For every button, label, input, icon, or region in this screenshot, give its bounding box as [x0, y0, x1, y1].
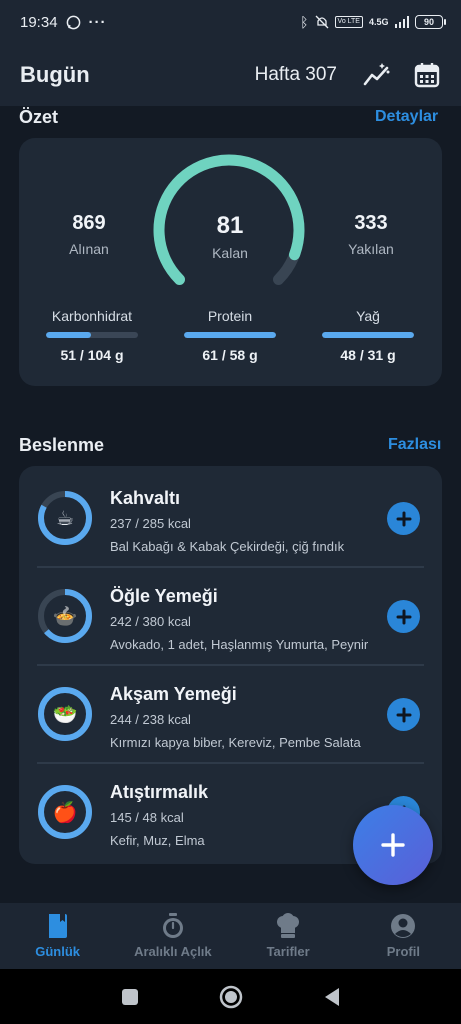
- meal-kcal: 244 / 238 kcal: [110, 712, 191, 727]
- macro-value: 51 / 104 g: [60, 347, 124, 363]
- details-link[interactable]: Detaylar: [375, 108, 438, 126]
- battery-level: 90: [423, 17, 434, 27]
- macro-value: 48 / 31 g: [340, 347, 396, 363]
- battery-icon: 90: [415, 15, 446, 29]
- back-button[interactable]: [323, 987, 341, 1007]
- apple-icon: 🍎: [52, 801, 78, 824]
- profile-icon: [391, 914, 416, 938]
- coffee-icon: ☕: [56, 507, 74, 530]
- summary-section-title: Özet: [19, 107, 59, 127]
- macro-name: Karbonhidrat: [51, 308, 133, 324]
- plus-icon: [396, 511, 411, 526]
- week-label[interactable]: Hafta 307: [255, 64, 337, 86]
- meal-kcal: 242 / 380 kcal: [110, 614, 191, 629]
- meals-card: ☕ Kahvaltı 237 / 285 kcal Bal Kabağı & K…: [19, 466, 442, 864]
- meal-foods: Kırmızı kapya biber, Kereviz, Pembe Sala…: [110, 735, 361, 750]
- calendar-icon: [414, 63, 440, 88]
- home-button[interactable]: [219, 985, 243, 1009]
- macro-value: 61 / 58 g: [202, 347, 258, 363]
- add-entry-fab[interactable]: [353, 805, 433, 885]
- nav-profile[interactable]: Profil: [346, 903, 461, 969]
- salad-icon: 🥗: [52, 703, 78, 726]
- meal-row-dinner[interactable]: 🥗 Akşam Yemeği 244 / 238 kcal Kırmızı ka…: [19, 664, 442, 762]
- nav-diary[interactable]: Günlük: [0, 903, 115, 969]
- diary-icon: [48, 914, 67, 938]
- nutrition-section-title: Beslenme: [19, 435, 105, 455]
- add-dinner-button[interactable]: [387, 698, 420, 731]
- soup-bowl-icon: 🍲: [52, 605, 78, 628]
- macro-protein: Protein 61 / 58 g: [175, 308, 285, 363]
- nav-label: Tarifler: [266, 944, 310, 959]
- volte-icon: Vo LTE: [334, 16, 363, 28]
- system-navigation-bar: [0, 969, 461, 1024]
- consumed-stat: 869 Alınan: [34, 212, 144, 257]
- meal-foods: Kefir, Muz, Elma: [110, 833, 205, 848]
- bluetooth-icon: ᛒ: [300, 14, 309, 30]
- nav-label: Profil: [386, 944, 420, 959]
- meal-kcal: 237 / 285 kcal: [110, 516, 191, 531]
- macro-carbs: Karbonhidrat 51 / 104 g: [37, 308, 147, 363]
- macro-name: Yağ: [356, 308, 380, 324]
- plus-icon: [396, 707, 411, 722]
- meal-kcal: 145 / 48 kcal: [110, 810, 184, 825]
- summary-card: 869 Alınan 81 Kalan 333 Yakılan Karbonhi…: [19, 138, 442, 386]
- burned-label: Yakılan: [348, 241, 394, 257]
- macro-progress-track: [184, 332, 276, 338]
- stopwatch-icon: [162, 913, 183, 938]
- macro-progress-track: [322, 332, 414, 338]
- signal-icon: [394, 16, 409, 28]
- macro-progress-fill: [322, 332, 414, 338]
- nav-label: Günlük: [35, 944, 81, 959]
- trend-chart-icon: [363, 63, 390, 86]
- consumed-value: 869: [72, 212, 106, 234]
- page-title: Bugün: [20, 62, 90, 87]
- add-lunch-button[interactable]: [387, 600, 420, 633]
- burned-stat: 333 Yakılan: [316, 212, 426, 257]
- macro-progress-fill: [184, 332, 276, 338]
- macro-fat: Yağ 48 / 31 g: [313, 308, 423, 363]
- meal-title: Kahvaltı: [110, 488, 181, 508]
- chef-hat-icon: [277, 913, 300, 938]
- nav-fasting[interactable]: Aralıklı Açlık: [115, 903, 230, 969]
- meal-row-lunch[interactable]: 🍲 Öğle Yemeği 242 / 380 kcal Avokado, 1 …: [19, 566, 442, 664]
- macro-progress-track: [46, 332, 138, 338]
- macro-name: Protein: [207, 308, 253, 324]
- network-type: 4.5G: [368, 17, 389, 27]
- plus-icon: [396, 609, 411, 624]
- calendar-button[interactable]: [413, 61, 441, 89]
- remaining-stat: 81 Kalan: [175, 212, 285, 261]
- meal-foods: Avokado, 1 adet, Haşlanmış Yumurta, Peyn…: [110, 637, 369, 652]
- consumed-label: Alınan: [69, 241, 109, 257]
- plus-icon: [381, 833, 405, 857]
- whatsapp-icon: [66, 15, 80, 29]
- status-bar: 19:34 ··· ᛒ Vo LTE 4.5G 90: [0, 0, 461, 44]
- add-breakfast-button[interactable]: [387, 502, 420, 535]
- macro-progress-fill: [46, 332, 92, 338]
- trend-chart-button[interactable]: [363, 61, 391, 89]
- nav-label: Aralıklı Açlık: [134, 944, 212, 959]
- bottom-navigation: Günlük Aralıklı Açlık Tarifler Profil: [0, 903, 461, 969]
- burned-value: 333: [354, 212, 388, 234]
- nav-recipes[interactable]: Tarifler: [231, 903, 346, 969]
- meal-title: Öğle Yemeği: [110, 586, 218, 606]
- more-notifications-icon: ···: [88, 13, 107, 31]
- meal-row-breakfast[interactable]: ☕ Kahvaltı 237 / 285 kcal Bal Kabağı & K…: [19, 468, 442, 566]
- meal-title: Akşam Yemeği: [110, 684, 237, 704]
- mute-bell-icon: [315, 15, 328, 29]
- remaining-value: 81: [216, 212, 244, 239]
- recents-button[interactable]: [121, 988, 139, 1006]
- more-link[interactable]: Fazlası: [388, 436, 441, 454]
- status-time: 19:34: [20, 13, 58, 31]
- meal-title: Atıştırmalık: [110, 782, 209, 802]
- app-header: Bugün Hafta 307: [0, 44, 461, 106]
- remaining-label: Kalan: [212, 245, 248, 261]
- meal-foods: Bal Kabağı & Kabak Çekirdeği, çiğ fındık: [110, 539, 345, 554]
